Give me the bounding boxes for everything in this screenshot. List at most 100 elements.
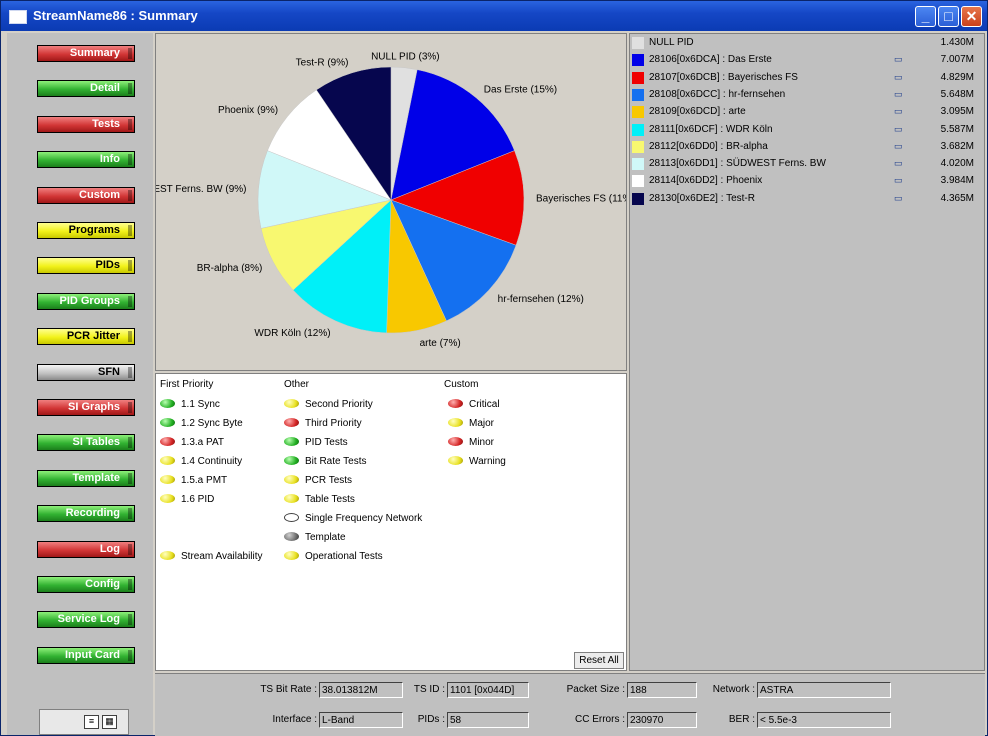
test-item-1-2-sync-byte[interactable]: 1.2 Sync Byte: [160, 416, 243, 432]
interface-field: L-Band: [319, 712, 403, 728]
test-item-operational-tests[interactable]: Operational Tests: [284, 549, 383, 565]
status-led-icon: [284, 531, 299, 541]
title-bar[interactable]: StreamName86 : Summary _ □ ✕: [1, 1, 987, 31]
status-led-icon: [284, 550, 299, 560]
nav-custom-button[interactable]: Custom: [37, 186, 135, 204]
pid-label: 28112[0x6DD0] : BR-alpha: [649, 140, 768, 152]
tv-icon: ▭: [894, 88, 903, 99]
nav-config-button[interactable]: Config: [37, 576, 135, 593]
pid-legend-row[interactable]: 28106[0x6DCA] : Das Erste ▭ 7.007M: [632, 52, 978, 68]
test-label: Stream Availability: [181, 551, 263, 562]
status-led-icon: [160, 417, 175, 427]
pie-slice-label: arte (7%): [420, 338, 461, 349]
grid-view-icon[interactable]: ▦: [102, 715, 117, 729]
test-item-1-4-continuity[interactable]: 1.4 Continuity: [160, 454, 242, 470]
test-item-major[interactable]: Major: [448, 416, 494, 432]
status-led-icon: [160, 398, 175, 408]
close-button[interactable]: ✕: [961, 6, 982, 27]
tv-icon: ▭: [894, 140, 903, 151]
test-item-1-5-a-pmt[interactable]: 1.5.a PMT: [160, 473, 227, 489]
test-item-bit-rate-tests[interactable]: Bit Rate Tests: [284, 454, 367, 470]
minimize-button[interactable]: _: [915, 6, 936, 27]
nav-tests-button[interactable]: Tests: [37, 115, 135, 133]
pie-slice-label: Bayerisches FS (11%): [536, 194, 626, 205]
maximize-button[interactable]: □: [938, 6, 959, 27]
test-label: Template: [305, 532, 346, 543]
test-item-template[interactable]: Template: [284, 530, 346, 546]
pie-slice-label: hr-fernsehen (12%): [498, 294, 584, 305]
nav-si-tables-button[interactable]: SI Tables: [37, 434, 135, 452]
pid-legend-row[interactable]: 28112[0x6DD0] : BR-alpha ▭ 3.682M: [632, 139, 978, 155]
pid-legend-row[interactable]: 28109[0x6DCD] : arte ▭ 3.095M: [632, 104, 978, 120]
test-item-1-1-sync[interactable]: 1.1 Sync: [160, 397, 220, 413]
network-field: ASTRA: [757, 682, 891, 698]
test-item-1-3-a-pat[interactable]: 1.3.a PAT: [160, 435, 224, 451]
tests-panel: First Priority Other Custom 1.1 Sync 1.2 …: [155, 373, 627, 671]
tv-icon: ▭: [894, 54, 903, 65]
ts-id-field: 1101 [0x044D]: [447, 682, 529, 698]
test-item-critical[interactable]: Critical: [448, 397, 500, 413]
tv-icon: ▭: [894, 71, 903, 82]
ts-id-label: TS ID :: [413, 684, 445, 695]
nav-recording-button[interactable]: Recording: [37, 505, 135, 523]
nav-programs-button[interactable]: Programs: [37, 222, 135, 239]
nav-pid-groups-button[interactable]: PID Groups: [37, 292, 135, 310]
test-item-1-6-pid[interactable]: 1.6 PID: [160, 492, 214, 508]
pie-chart: NULL PID (3%) Das Erste (15%) Bayerisches …: [144, 52, 635, 349]
pid-legend-row[interactable]: NULL PID 1.430M: [632, 35, 978, 51]
reset-all-button[interactable]: Reset All: [574, 652, 624, 669]
nav-sfn-button[interactable]: SFN: [37, 363, 135, 381]
test-item-second-priority[interactable]: Second Priority: [284, 397, 373, 413]
tv-icon: ▭: [894, 175, 903, 186]
nav-si-graphs-button[interactable]: SI Graphs: [37, 399, 135, 416]
test-item-pid-tests[interactable]: PID Tests: [284, 435, 348, 451]
pid-legend-row[interactable]: 28108[0x6DCC] : hr-fernsehen ▭ 5.648M: [632, 87, 978, 103]
test-item-minor[interactable]: Minor: [448, 435, 494, 451]
test-label: Warning: [469, 456, 506, 467]
pid-bitrate: 5.648M: [940, 88, 974, 100]
pid-label: 28107[0x6DCB] : Bayerisches FS: [649, 71, 798, 83]
status-bar: TS Bit Rate : 38.013812M TS ID : 1101 [0…: [155, 673, 985, 736]
test-item-stream-availability[interactable]: Stream Availability: [160, 549, 263, 565]
first-priority-heading: First Priority: [160, 379, 214, 390]
nav-log-button[interactable]: Log: [37, 540, 135, 558]
status-led-icon: [448, 398, 463, 408]
color-swatch: [632, 37, 644, 49]
status-led-icon: [284, 417, 299, 427]
test-item-single-frequency-network[interactable]: Single Frequency Network: [284, 511, 422, 527]
nav-detail-button[interactable]: Detail: [37, 80, 135, 98]
pid-legend-row[interactable]: 28114[0x6DD2] : Phoenix ▭ 3.984M: [632, 173, 978, 189]
nav-pcr-jitter-button[interactable]: PCR Jitter: [37, 328, 135, 346]
nav-input-card-button[interactable]: Input Card: [37, 646, 135, 664]
test-label: 1.6 PID: [181, 494, 215, 505]
test-label: 1.4 Continuity: [181, 456, 243, 467]
pid-legend-row[interactable]: 28113[0x6DD1] : SÜDWEST Ferns. BW ▭ 4.020M: [632, 156, 978, 172]
pid-bitrate: 3.095M: [940, 106, 974, 118]
pid-bitrate: 7.007M: [940, 54, 974, 66]
test-item-third-priority[interactable]: Third Priority: [284, 416, 362, 432]
test-item-table-tests[interactable]: Table Tests: [284, 492, 355, 508]
pid-legend-row[interactable]: 28107[0x6DCB] : Bayerisches FS ▭ 4.829M: [632, 70, 978, 86]
status-led-icon: [284, 474, 299, 484]
ber-field: < 5.5e-3: [757, 712, 891, 728]
pid-legend-row[interactable]: 28130[0x6DE2] : Test-R ▭ 4.365M: [632, 191, 978, 207]
pid-bitrate: 5.587M: [940, 123, 974, 135]
color-swatch: [632, 71, 644, 84]
nav-template-button[interactable]: Template: [37, 469, 135, 487]
color-swatch: [632, 192, 644, 205]
test-label: Operational Tests: [305, 551, 383, 562]
test-item-pcr-tests[interactable]: PCR Tests: [284, 473, 352, 489]
test-label: Table Tests: [305, 494, 355, 505]
nav-service-log-button[interactable]: Service Log: [37, 611, 135, 629]
nav-pids-button[interactable]: PIDs: [37, 257, 135, 275]
pid-legend-row[interactable]: 28111[0x6DCF] : WDR Köln ▭ 5.587M: [632, 122, 978, 138]
pie-slice-label: Das Erste (15%): [484, 85, 557, 96]
nav-summary-button[interactable]: Summary: [37, 45, 135, 62]
test-label: 1.3.a PAT: [181, 437, 224, 448]
cc-errors-label: CC Errors :: [575, 714, 625, 725]
pid-bitrate: 3.682M: [940, 140, 974, 152]
status-led-icon: [160, 550, 175, 560]
nav-info-button[interactable]: Info: [37, 151, 135, 169]
test-item-warning[interactable]: Warning: [448, 454, 506, 470]
list-view-icon[interactable]: ≡: [84, 715, 99, 729]
